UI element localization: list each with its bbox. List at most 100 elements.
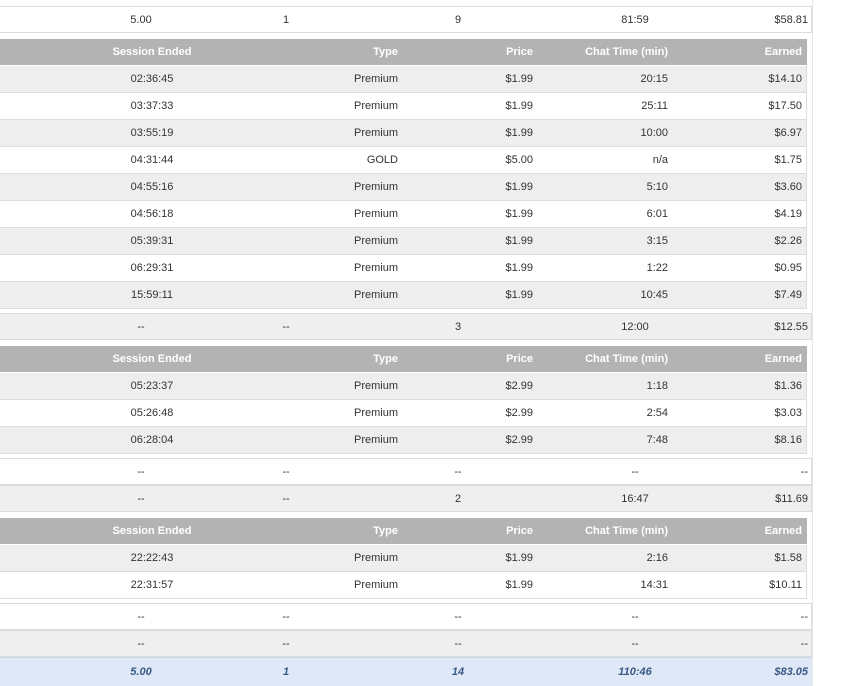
session-chat-time-cell: 2:16: [646, 552, 668, 564]
total-count: 1: [282, 666, 290, 678]
session-table-header: Session Ended Type Price Chat Time (min)…: [0, 346, 807, 372]
header-earned[interactable]: Earned: [730, 518, 802, 544]
header-session-ended[interactable]: Session Ended: [102, 39, 202, 65]
summary-row-top: 5.00 1 9 81:59 $58.81: [0, 6, 812, 33]
session-ended-cell: 04:31:44: [130, 154, 174, 166]
session-price-cell: $1.99: [505, 100, 533, 112]
session-earned-cell: $7.49: [774, 289, 802, 301]
summary-rate: --: [137, 637, 145, 650]
summary-earned: $58.81: [774, 13, 808, 26]
session-earned-cell: $6.97: [774, 127, 802, 139]
header-price[interactable]: Price: [480, 346, 533, 372]
table-row[interactable]: 22:31:57 Premium $1.99 14:31 $10.11: [0, 572, 807, 599]
session-earned-cell: $17.50: [768, 100, 802, 112]
table-row[interactable]: 03:55:19 Premium $1.99 10:00 $6.97: [0, 120, 807, 147]
summary-count: --: [282, 465, 290, 478]
table-row[interactable]: 04:56:18 Premium $1.99 6:01 $4.19: [0, 201, 807, 228]
header-earned[interactable]: Earned: [730, 346, 802, 372]
header-price[interactable]: Price: [480, 39, 533, 65]
summary-earned: --: [800, 637, 808, 650]
session-price-cell: $1.99: [505, 262, 533, 274]
session-type-cell: Premium: [353, 127, 398, 139]
session-type-cell: Premium: [353, 181, 398, 193]
header-type[interactable]: Type: [320, 39, 398, 65]
session-type-cell: Premium: [353, 552, 398, 564]
session-ended-cell: 02:36:45: [130, 73, 174, 85]
session-chat-time-cell: 20:15: [640, 73, 668, 85]
table-row[interactable]: 06:29:31 Premium $1.99 1:22 $0.95: [0, 255, 807, 282]
session-price-cell: $1.99: [505, 181, 533, 193]
summary-earned: --: [800, 610, 808, 623]
summary-row-2: -- -- 3 12:00 $12.55: [0, 313, 812, 340]
session-type-cell: Premium: [353, 235, 398, 247]
total-rate: 5.00: [130, 666, 152, 678]
session-earned-cell: $10.11: [769, 579, 802, 591]
session-chat-time-cell: 10:45: [640, 289, 668, 301]
summary-sessions: --: [454, 637, 462, 650]
header-type[interactable]: Type: [320, 518, 398, 544]
session-ended-cell: 05:26:48: [130, 407, 174, 419]
session-ended-cell: 22:31:57: [130, 579, 174, 591]
summary-count: --: [282, 492, 290, 505]
summary-chat-time: 81:59: [621, 13, 649, 26]
total-sessions: 14: [451, 666, 465, 678]
table-row[interactable]: 04:55:16 Premium $1.99 5:10 $3.60: [0, 174, 807, 201]
table-row[interactable]: 22:22:43 Premium $1.99 2:16 $1.58: [0, 545, 807, 572]
header-chat-time[interactable]: Chat Time (min): [560, 346, 668, 372]
session-chat-time-cell: 6:01: [646, 208, 668, 220]
header-price[interactable]: Price: [480, 518, 533, 544]
session-chat-time-cell: 1:22: [646, 262, 668, 274]
header-chat-time[interactable]: Chat Time (min): [560, 39, 668, 65]
session-type-cell: Premium: [353, 289, 398, 301]
summary-sessions: 2: [454, 492, 462, 505]
summary-rate: 5.00: [130, 13, 152, 26]
summary-rate: --: [137, 465, 145, 478]
session-price-cell: $1.99: [505, 579, 533, 591]
session-type-cell: GOLD: [366, 154, 398, 166]
session-price-cell: $1.99: [505, 127, 533, 139]
summary-count: --: [282, 637, 290, 650]
header-session-ended[interactable]: Session Ended: [102, 518, 202, 544]
table-row[interactable]: 05:39:31 Premium $1.99 3:15 $2.26: [0, 228, 807, 255]
session-chat-time-cell: 10:00: [640, 127, 668, 139]
session-price-cell: $1.99: [505, 208, 533, 220]
table-row[interactable]: 05:26:48 Premium $2.99 2:54 $3.03: [0, 400, 807, 427]
table-row[interactable]: 02:36:45 Premium $1.99 20:15 $14.10: [0, 66, 807, 93]
summary-sessions: --: [454, 610, 462, 623]
header-type[interactable]: Type: [320, 346, 398, 372]
summary-earned: $11.69: [775, 492, 808, 505]
table-row[interactable]: 04:31:44 GOLD $5.00 n/a $1.75: [0, 147, 807, 174]
session-ended-cell: 05:23:37: [130, 380, 174, 392]
session-earned-cell: $4.19: [774, 208, 802, 220]
summary-chat-time: 16:47: [621, 492, 649, 505]
session-earned-cell: $1.75: [774, 154, 802, 166]
summary-row-6: -- -- -- -- --: [0, 630, 812, 657]
session-price-cell: $5.00: [505, 154, 533, 166]
table-row[interactable]: 15:59:11 Premium $1.99 10:45 $7.49: [0, 282, 807, 309]
session-type-cell: Premium: [353, 100, 398, 112]
header-session-ended[interactable]: Session Ended: [102, 346, 202, 372]
session-earned-cell: $0.95: [774, 262, 802, 274]
session-ended-cell: 03:55:19: [130, 127, 174, 139]
session-price-cell: $1.99: [505, 552, 533, 564]
header-earned[interactable]: Earned: [730, 39, 802, 65]
summary-chat-time: --: [631, 637, 639, 650]
session-chat-time-cell: 5:10: [646, 181, 668, 193]
table-row[interactable]: 05:23:37 Premium $2.99 1:18 $1.36: [0, 373, 807, 400]
summary-row-5: -- -- -- -- --: [0, 603, 812, 630]
summary-rate: --: [137, 610, 145, 623]
session-type-cell: Premium: [353, 380, 398, 392]
session-chat-time-cell: 14:31: [640, 579, 668, 591]
summary-sessions: 3: [454, 320, 462, 333]
session-ended-cell: 03:37:33: [130, 100, 174, 112]
session-chat-time-cell: 7:48: [646, 434, 668, 446]
session-ended-cell: 04:56:18: [130, 208, 174, 220]
session-chat-time-cell: n/a: [652, 154, 668, 166]
session-earned-cell: $2.26: [774, 235, 802, 247]
table-row[interactable]: 06:28:04 Premium $2.99 7:48 $8.16: [0, 427, 807, 454]
table-row[interactable]: 03:37:33 Premium $1.99 25:11 $17.50: [0, 93, 807, 120]
header-chat-time[interactable]: Chat Time (min): [560, 518, 668, 544]
session-ended-cell: 05:39:31: [130, 235, 174, 247]
session-type-cell: Premium: [353, 434, 398, 446]
session-type-cell: Premium: [353, 407, 398, 419]
